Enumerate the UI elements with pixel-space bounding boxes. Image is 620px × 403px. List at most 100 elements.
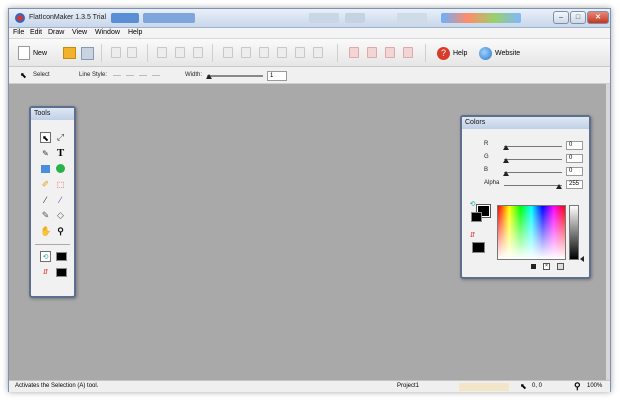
palette-divider	[35, 244, 70, 245]
status-bar: Activates the Selection (A) tool. Projec…	[9, 380, 610, 392]
flip-icon[interactable]	[175, 47, 185, 58]
bring-forward-icon[interactable]	[367, 47, 377, 58]
secondary-color-swatch[interactable]	[471, 212, 482, 222]
alpha-slider-thumb[interactable]	[556, 184, 562, 189]
pen-icon[interactable]: ✎	[40, 148, 51, 159]
save-button[interactable]	[81, 45, 94, 61]
close-button[interactable]: ✕	[587, 11, 609, 24]
help-button[interactable]: ? Help	[437, 45, 467, 61]
globe-icon	[479, 46, 492, 60]
r-input[interactable]: 0	[566, 141, 583, 150]
menu-edit[interactable]: Edit	[30, 29, 42, 36]
new-button-label: New	[33, 49, 48, 57]
line-style-option[interactable]	[139, 75, 147, 76]
align-bottom-icon[interactable]	[313, 47, 323, 58]
taskbar-blur	[345, 13, 365, 23]
stroke-color-swatch-icon[interactable]: ⟲	[40, 251, 51, 262]
bring-front-icon[interactable]	[349, 47, 359, 58]
paste-icon[interactable]	[127, 47, 137, 58]
pencil-icon[interactable]: ✐	[40, 179, 51, 190]
fill-icon[interactable]: ⁄	[55, 195, 66, 206]
color-spectrum-picker[interactable]	[497, 205, 566, 260]
node-edit-icon[interactable]: ⤢	[55, 132, 66, 143]
fill-color-preview[interactable]	[472, 242, 485, 253]
project-name: Project1	[397, 383, 420, 389]
tool-options-bar: ⬉ Select Line Style: Width: 1	[9, 67, 610, 84]
stroke-color-swatch[interactable]	[56, 252, 67, 261]
zoom-icon[interactable]: ⚲	[55, 226, 66, 237]
alpha-input[interactable]: 255	[566, 180, 583, 189]
g-input[interactable]: 0	[566, 154, 583, 163]
align-top-icon[interactable]	[277, 47, 287, 58]
brightness-slider[interactable]	[569, 205, 579, 260]
fill-swap-icon[interactable]: ⇵	[40, 267, 51, 278]
hand-icon[interactable]: ✋	[40, 226, 51, 237]
toolbar-separator	[337, 44, 338, 62]
selection-arrow-icon[interactable]: ⬉	[40, 132, 51, 143]
ellipse-icon[interactable]	[56, 164, 65, 173]
rectangle-icon[interactable]	[41, 165, 50, 173]
main-toolbar: New ? Help Website	[9, 39, 610, 67]
alpha-slider[interactable]	[504, 185, 562, 186]
width-input[interactable]: 1	[267, 71, 287, 81]
zoom-level: 100%	[587, 383, 603, 389]
status-message: Activates the Selection (A) tool.	[15, 383, 99, 389]
menu-view[interactable]: View	[72, 29, 87, 36]
cut-icon[interactable]	[111, 47, 121, 58]
fill-color-swatch[interactable]	[56, 268, 67, 277]
open-button[interactable]	[63, 45, 76, 61]
line-style-option[interactable]	[152, 75, 160, 76]
minimize-button[interactable]: –	[553, 11, 569, 24]
g-slider[interactable]	[504, 159, 562, 160]
taskbar-blur	[397, 13, 427, 23]
website-button-label: Website	[495, 49, 521, 57]
r-slider[interactable]	[504, 146, 562, 147]
eyedropper-icon[interactable]: ⁄	[40, 195, 51, 206]
width-slider[interactable]	[207, 75, 263, 77]
white-preset-icon[interactable]: ×	[543, 263, 550, 270]
tools-palette-title[interactable]: Tools	[31, 108, 74, 120]
copy-icon[interactable]	[157, 47, 167, 58]
palette-menu-icon[interactable]	[557, 263, 564, 270]
new-file-icon	[18, 46, 30, 60]
select-arrow-icon: ⬉	[20, 71, 27, 80]
align-right-icon[interactable]	[259, 47, 269, 58]
line-style-option[interactable]	[126, 75, 134, 76]
r-slider-thumb[interactable]	[503, 145, 509, 150]
g-slider-thumb[interactable]	[503, 158, 509, 163]
align-left-icon[interactable]	[223, 47, 233, 58]
crop-icon[interactable]: ⬚	[55, 179, 66, 190]
menu-help[interactable]: Help	[128, 29, 142, 36]
taskbar-blur	[309, 13, 339, 23]
shape-icon[interactable]: ◇	[55, 210, 66, 221]
r-label: R	[484, 141, 489, 147]
b-input[interactable]: 0	[566, 167, 583, 176]
b-label: B	[484, 167, 489, 173]
b-slider[interactable]	[504, 172, 562, 173]
reset-colors-icon[interactable]: ⇵	[467, 230, 478, 241]
colors-palette-title[interactable]: Colors	[462, 117, 589, 129]
align-middle-icon[interactable]	[295, 47, 305, 58]
brush-icon[interactable]: ✎	[40, 210, 51, 221]
menu-file[interactable]: File	[13, 29, 24, 36]
send-backward-icon[interactable]	[385, 47, 395, 58]
text-icon[interactable]: T	[55, 148, 66, 159]
toolbar-separator	[147, 44, 148, 62]
b-slider-thumb[interactable]	[503, 171, 509, 176]
g-label: G	[484, 154, 489, 160]
zoom-icon: ⚲	[574, 381, 581, 391]
brightness-slider-thumb[interactable]	[580, 256, 584, 262]
website-button[interactable]: Website	[479, 45, 520, 61]
menu-window[interactable]: Window	[95, 29, 120, 36]
maximize-button[interactable]: □	[570, 11, 586, 24]
line-style-option[interactable]	[113, 75, 121, 76]
send-back-icon[interactable]	[403, 47, 413, 58]
status-highlight	[459, 383, 509, 391]
align-center-icon[interactable]	[241, 47, 251, 58]
taskbar-blur	[143, 13, 195, 23]
width-slider-thumb[interactable]	[206, 74, 212, 79]
rotate-icon[interactable]	[193, 47, 203, 58]
black-preset-icon[interactable]	[531, 264, 536, 269]
menu-draw[interactable]: Draw	[48, 29, 64, 36]
new-button[interactable]: New	[18, 45, 47, 61]
